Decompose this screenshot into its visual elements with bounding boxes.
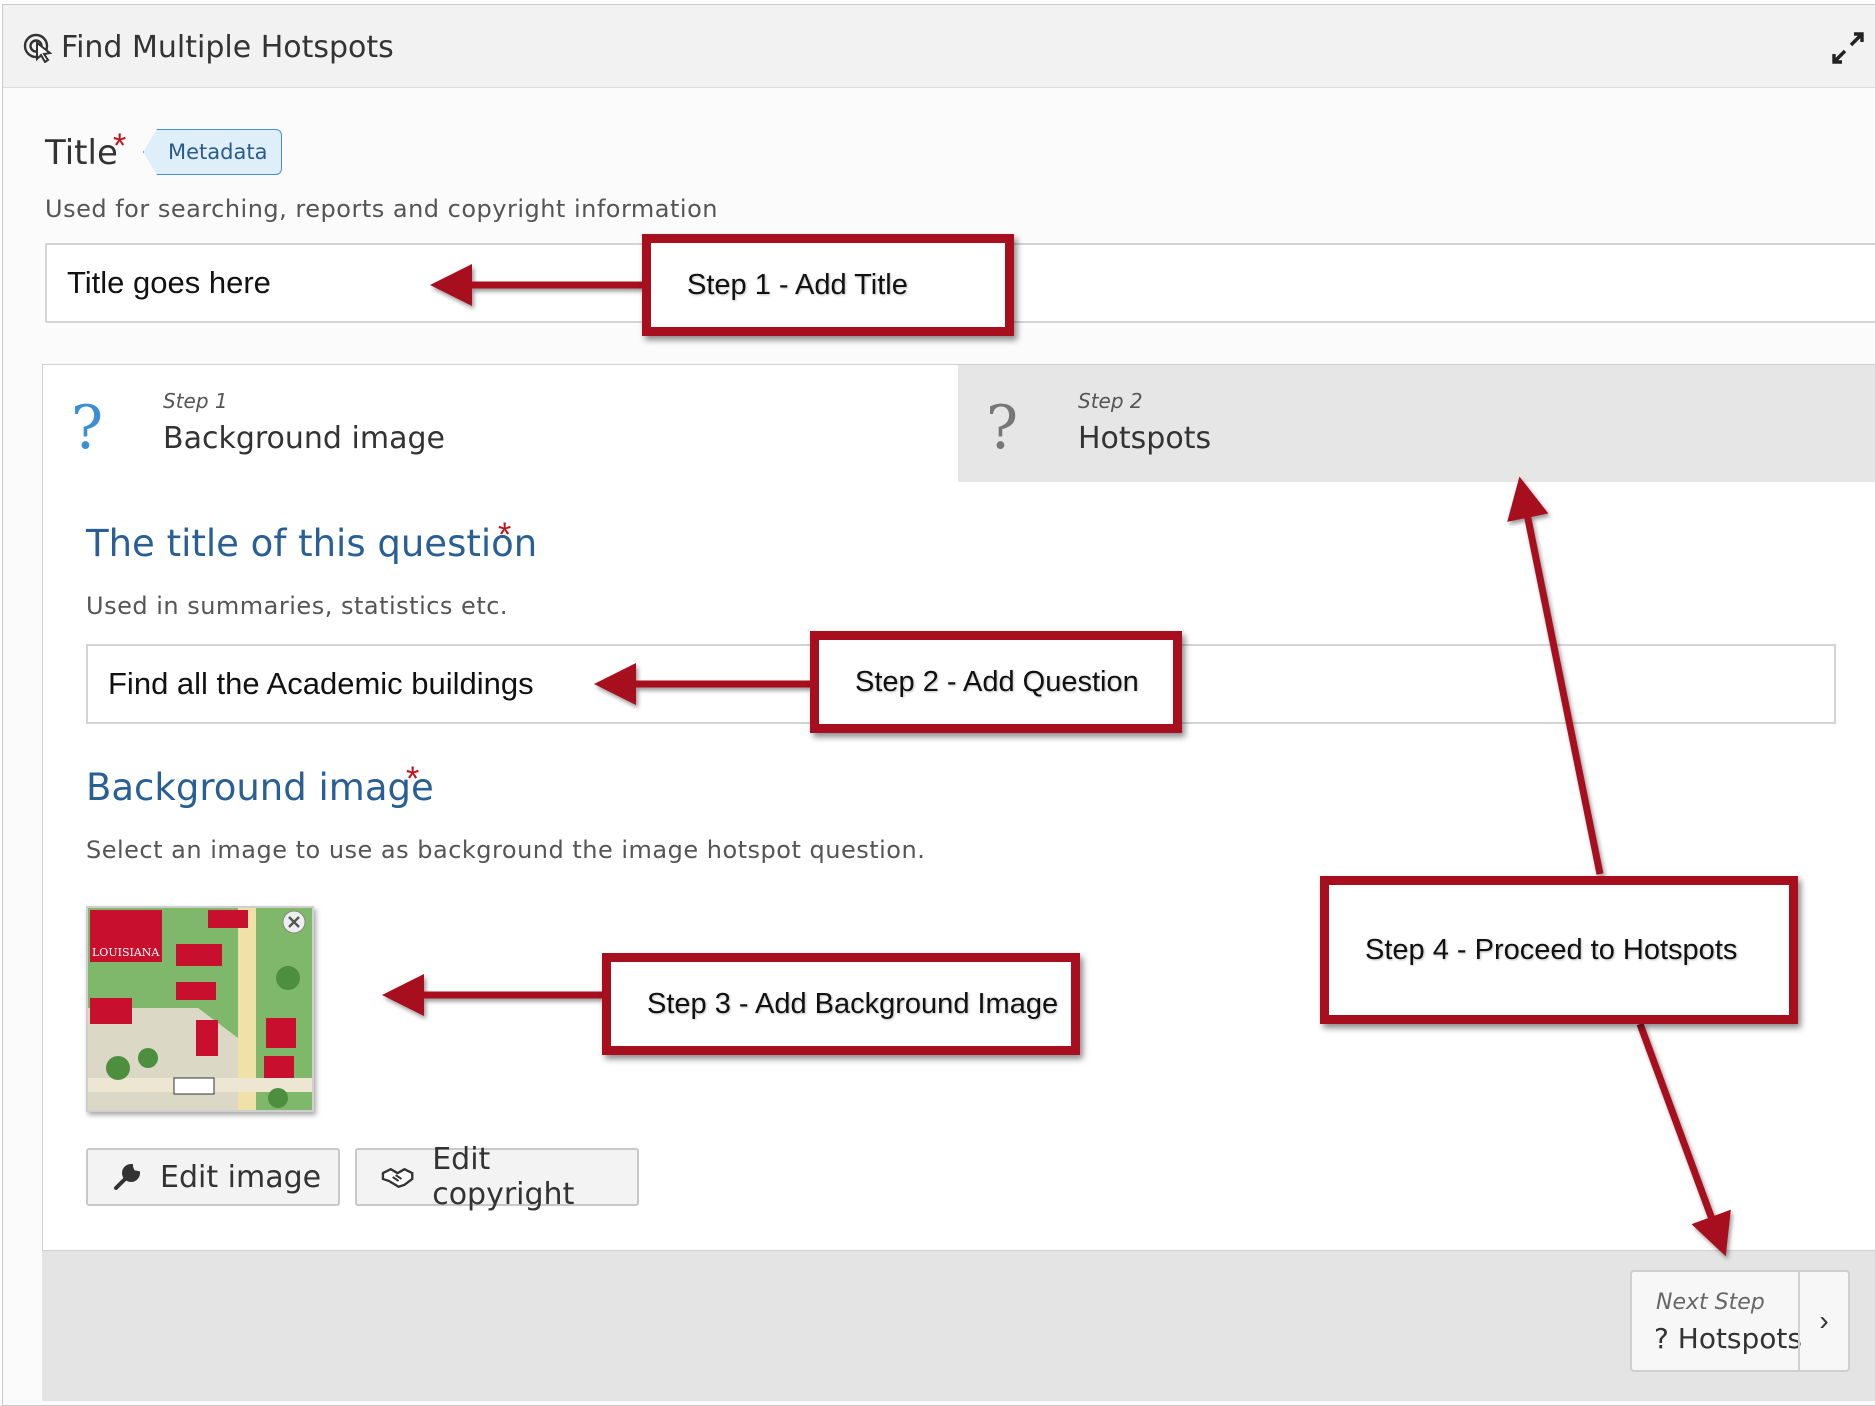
edit-image-label: Edit image <box>160 1159 322 1195</box>
background-help: Select an image to use as background the… <box>86 836 926 864</box>
tab-step-label: Step 2 <box>1078 389 1143 413</box>
help-icon: ? <box>71 393 104 463</box>
wizard-footer <box>42 1250 1875 1401</box>
wrench-icon <box>114 1163 141 1190</box>
callout-step3: Step 3 - Add Background Image <box>602 953 1080 1055</box>
tab-step-label: Step 1 <box>163 389 228 413</box>
question-title-label: The title of this question <box>86 522 538 565</box>
chevron-right-icon: › <box>1798 1272 1848 1370</box>
edit-copyright-button[interactable]: Edit copyright <box>355 1142 639 1212</box>
next-step-button[interactable]: Next Step ? Hotspots › <box>1630 1270 1850 1372</box>
edit-image-button[interactable]: Edit image <box>86 1148 340 1206</box>
callout-step4: Step 4 - Proceed to Hotspots <box>1320 876 1798 1024</box>
next-step-name: ? Hotspots <box>1654 1322 1802 1355</box>
next-step-label: Next Step <box>1656 1290 1765 1315</box>
editor-title: Find Multiple Hotspots <box>61 30 394 65</box>
expand-icon[interactable] <box>1831 31 1865 65</box>
tab-name: Background image <box>163 421 445 456</box>
callout-step1: Step 1 - Add Title <box>642 234 1014 336</box>
title-help: Used for searching, reports and copyrigh… <box>45 195 718 223</box>
thumbnail-caption: LOUISIANA <box>92 946 160 959</box>
tab-hotspots[interactable]: ? Step 2 Hotspots <box>958 365 1875 482</box>
question-input-value: Find all the Academic buildings <box>108 666 534 701</box>
background-image-label: Background image <box>86 766 434 809</box>
title-label: Title <box>45 133 118 173</box>
tab-name: Hotspots <box>1078 421 1212 456</box>
campus-map-image: LOUISIANA <box>88 908 312 1110</box>
handshake-icon <box>381 1167 414 1189</box>
question-help: Used in summaries, statistics etc. <box>86 592 509 620</box>
metadata-tag[interactable]: Metadata <box>143 129 283 175</box>
hotspot-icon <box>23 33 53 63</box>
editor-header: Find Multiple Hotspots <box>3 5 1875 88</box>
title-input-value: Title goes here <box>67 265 271 300</box>
required-mark: * <box>498 516 512 554</box>
edit-copyright-label: Edit copyright <box>432 1142 575 1212</box>
callout-step2: Step 2 - Add Question <box>810 631 1182 733</box>
required-mark: * <box>113 127 127 165</box>
tab-background-image[interactable]: ? Step 1 Background image <box>43 365 958 482</box>
help-icon: ? <box>986 393 1019 463</box>
required-mark: * <box>406 760 420 798</box>
background-image-thumbnail[interactable]: LOUISIANA <box>86 906 314 1112</box>
